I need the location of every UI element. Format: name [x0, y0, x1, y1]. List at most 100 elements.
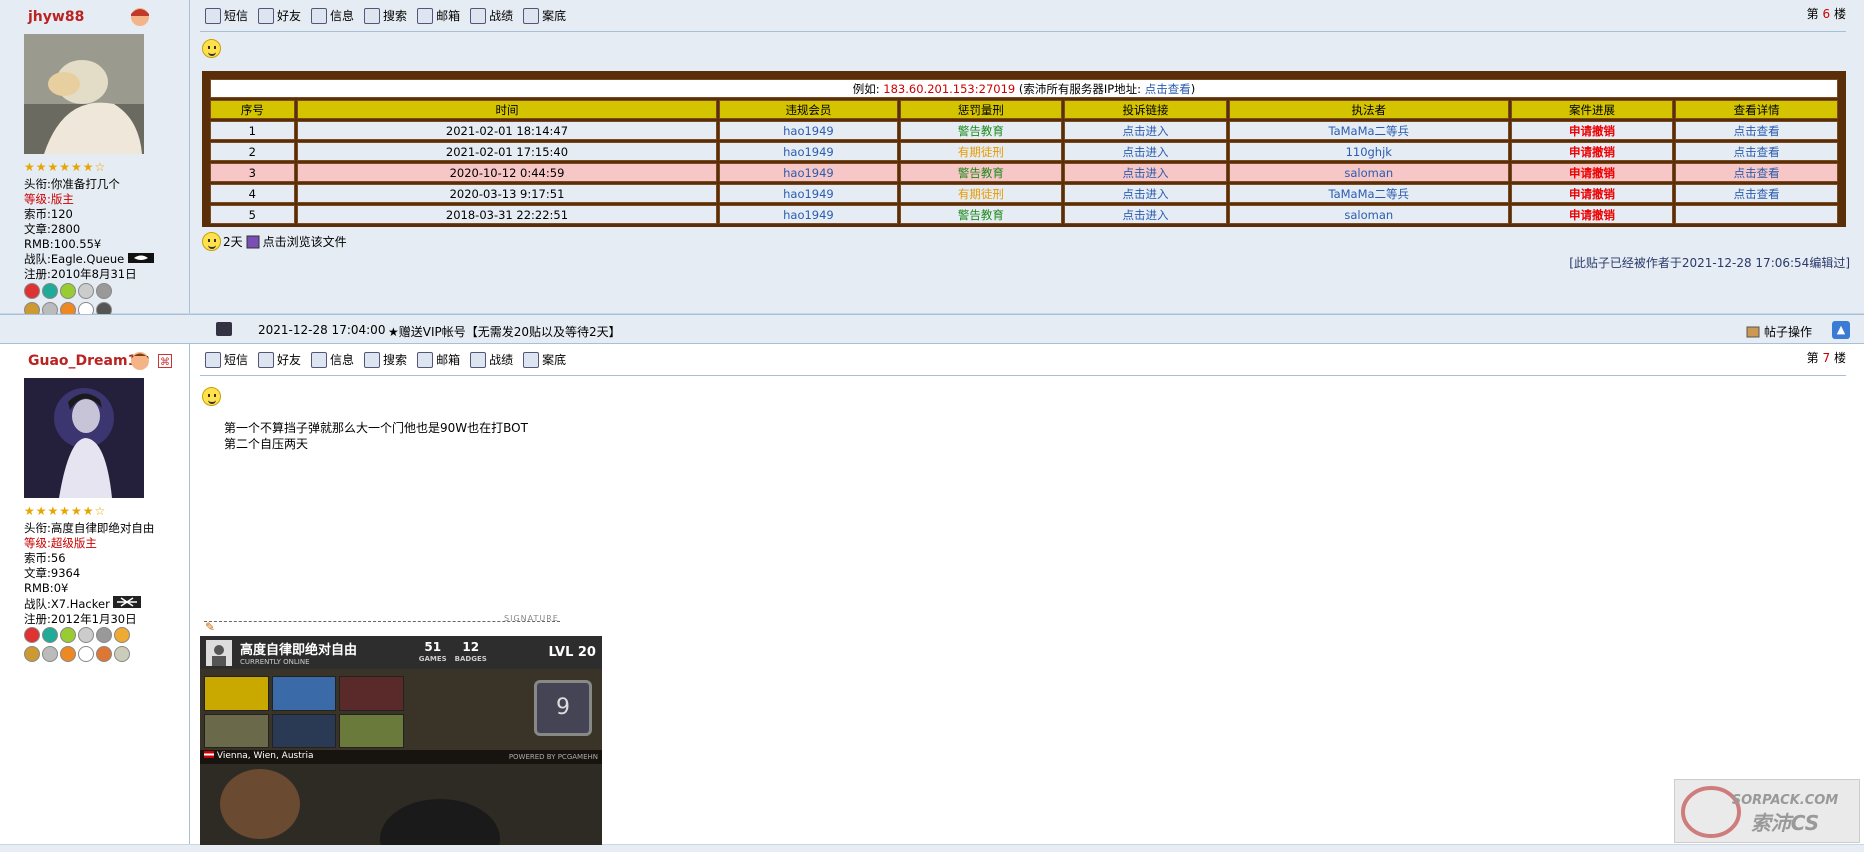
cell-detail[interactable]: 点击查看	[1734, 124, 1780, 138]
scroll-top-button[interactable]: ▲	[1832, 321, 1850, 339]
avatar[interactable]	[24, 378, 144, 498]
medal-icon	[96, 646, 112, 662]
record-icon	[523, 352, 539, 368]
user-mini-avatar-icon	[128, 6, 152, 28]
tool-message[interactable]: 短信	[205, 351, 248, 368]
table-cell: 点击查看	[1675, 163, 1838, 182]
cell-progress[interactable]: 申请撤销	[1569, 208, 1615, 222]
cell-link[interactable]: 点击进入	[1123, 145, 1169, 159]
table-row: 52018-03-31 22:22:51 hao1949 警告教育 点击进入 salom…	[210, 205, 1838, 224]
message-icon	[205, 8, 221, 24]
cell-member[interactable]: hao1949	[783, 145, 834, 159]
medal-icon	[24, 627, 40, 643]
table-cell: 申请撤销	[1511, 205, 1674, 224]
tool-friends[interactable]: 好友	[258, 7, 301, 24]
cell-enforcer[interactable]: saloman	[1344, 208, 1393, 222]
post-toolbar: 短信 好友 信息 搜索 邮箱 战绩 案底	[205, 351, 566, 368]
cell-member[interactable]: hao1949	[783, 187, 834, 201]
svg-text:⌘: ⌘	[160, 357, 170, 368]
cell-enforcer[interactable]: TaMaMa二等兵	[1328, 187, 1409, 201]
user-sidebar: Guao_Dream1r ⌘ ★★★★★★☆ 头衔:高度自律即绝对自由 等级:超…	[0, 344, 190, 844]
cell-enforcer[interactable]: TaMaMa二等兵	[1328, 124, 1409, 138]
cell-time: 2021-02-01 17:15:40	[446, 145, 568, 159]
medal-icon	[60, 283, 76, 299]
header-cell: 时间	[297, 100, 718, 119]
post-ops-button[interactable]: 帖子操作	[1746, 323, 1812, 340]
tool-search[interactable]: 搜索	[364, 7, 407, 24]
cell-member[interactable]: hao1949	[783, 208, 834, 222]
cell-progress[interactable]: 申请撤销	[1569, 124, 1615, 138]
rank-stars: ★★★★★★☆	[24, 160, 106, 174]
cell-link[interactable]: 点击进入	[1123, 208, 1169, 222]
cell-no: 3	[249, 166, 256, 180]
cell-detail[interactable]: 点击查看	[1734, 145, 1780, 159]
signature-banner[interactable]: 高度自律即绝对自由CURRENTLY ONLINE 51GAMES 12BADG…	[200, 636, 602, 845]
cell-enforcer[interactable]: saloman	[1344, 166, 1393, 180]
location: Vienna, Wien, AustriaPOWERED BY PCGAMEHN	[200, 750, 602, 764]
vip-link[interactable]: ★赠送VIP帐号【无需发20贴以及等待2天】	[388, 323, 621, 340]
table-row: 12021-02-01 18:14:47hao1949警告教育点击进入TaMaM…	[210, 121, 1838, 140]
post-content: 第一个不算挡子弹就那么大一个门他也是90W也在打BOT 第二个自压两天	[224, 420, 528, 452]
cell-penalty: 警告教育	[958, 208, 1004, 222]
table-cell: 点击进入	[1064, 163, 1227, 182]
edit-notice: [此贴子已经被作者于2021-12-28 17:06:54编辑过]	[1569, 254, 1850, 271]
cell-detail[interactable]: 点击查看	[1734, 166, 1780, 180]
cell-member[interactable]: hao1949	[783, 166, 834, 180]
table-cell: 2021-02-01 18:14:47	[297, 121, 718, 140]
tool-mail[interactable]: 邮箱	[417, 351, 460, 368]
cell-enforcer[interactable]: 110ghjk	[1346, 145, 1392, 159]
cell-member[interactable]: hao1949	[783, 124, 834, 138]
table-row: 42020-03-13 9:17:51hao1949有期徒刑点击进入TaMaMa…	[210, 184, 1838, 203]
cell-link[interactable]: 点击进入	[1123, 166, 1169, 180]
table-cell: 2018-03-31 22:22:51	[297, 205, 718, 224]
cell-link[interactable]: 点击进入	[1123, 187, 1169, 201]
tool-stats[interactable]: 战绩	[470, 7, 513, 24]
cell-penalty: 有期徒刑	[958, 145, 1004, 159]
cell-link[interactable]: 点击进入	[1123, 124, 1169, 138]
floor-number: 第 7 楼	[1807, 349, 1846, 366]
svg-text:SORPACK.COM: SORPACK.COM	[1732, 793, 1839, 808]
tool-record[interactable]: 案底	[523, 7, 566, 24]
table-cell: 4	[210, 184, 295, 203]
signature-photo	[200, 764, 602, 845]
tool-stats[interactable]: 战绩	[470, 351, 513, 368]
cell-progress[interactable]: 申请撤销	[1569, 145, 1615, 159]
tool-mail[interactable]: 邮箱	[417, 7, 460, 24]
cell-progress[interactable]: 申请撤销	[1569, 187, 1615, 201]
table-cell: saloman	[1229, 205, 1509, 224]
gender-icon: ⌘	[158, 354, 172, 368]
header-cell: 投诉链接	[1064, 100, 1227, 119]
username[interactable]: Guao_Dream1r	[28, 353, 144, 369]
computer-icon	[216, 322, 232, 336]
tool-message[interactable]: 短信	[205, 7, 248, 24]
table-cell: 警告教育	[900, 121, 1063, 140]
medals	[24, 627, 164, 663]
tool-info[interactable]: 信息	[311, 351, 354, 368]
cell-progress[interactable]: 申请撤销	[1569, 166, 1615, 180]
table-cell: 有期徒刑	[900, 142, 1063, 161]
tool-search[interactable]: 搜索	[364, 351, 407, 368]
tool-friends[interactable]: 好友	[258, 351, 301, 368]
pencil-icon: ✎	[205, 620, 215, 634]
cell-penalty: 警告教育	[958, 124, 1004, 138]
user-mini-avatar-icon	[128, 350, 152, 372]
username[interactable]: jhyw88	[28, 9, 84, 25]
table-cell: 5	[210, 205, 295, 224]
rank-stars: ★★★★★★☆	[24, 504, 106, 518]
tool-info[interactable]: 信息	[311, 7, 354, 24]
server-list-link[interactable]: 点击查看	[1145, 82, 1191, 96]
stats-icon	[470, 8, 486, 24]
cell-detail[interactable]: 点击查看	[1734, 187, 1780, 201]
table-cell: 3	[210, 163, 295, 182]
medal-icon	[60, 646, 76, 662]
browse-file-link[interactable]: 点击浏览该文件	[263, 233, 347, 250]
stats-icon	[470, 352, 486, 368]
avatar[interactable]	[24, 34, 144, 154]
info-icon	[311, 352, 327, 368]
user-info: 头衔:高度自律即绝对自由 等级:超级版主 索币:56 文章:9364 RMB:0…	[24, 521, 154, 627]
post-toolbar: 短信 好友 信息 搜索 邮箱 战绩 案底	[205, 7, 566, 24]
tool-record[interactable]: 案底	[523, 351, 566, 368]
search-icon	[364, 352, 380, 368]
post-action-bar: 2021-12-28 17:04:00 ★赠送VIP帐号【无需发20贴以及等待2…	[0, 314, 1864, 344]
cell-penalty: 有期徒刑	[958, 187, 1004, 201]
